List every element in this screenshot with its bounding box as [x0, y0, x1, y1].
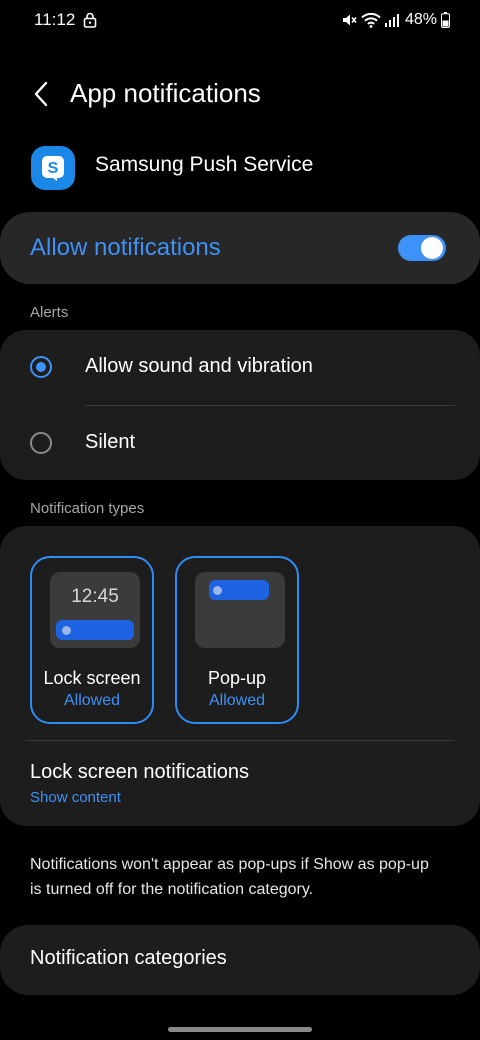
- preview-time: 12:45: [71, 586, 119, 607]
- alert-option-label: Allow sound and vibration: [85, 355, 313, 377]
- allow-notifications-label: Allow notifications: [30, 234, 221, 261]
- home-indicator[interactable]: [168, 1027, 312, 1032]
- popup-type-tile[interactable]: Pop-up Allowed: [175, 556, 299, 724]
- status-bar: 11:12 48%: [0, 0, 480, 40]
- notification-types-section-header: Notification types: [30, 500, 145, 517]
- wifi-icon: [361, 12, 381, 28]
- lock-screen-preview: 12:45: [50, 572, 140, 648]
- s-logo-icon: S: [42, 156, 64, 181]
- battery-icon: [441, 12, 450, 28]
- radio-selected-icon[interactable]: [30, 356, 52, 378]
- app-notifications-screen: 11:12 48% App notifications S Samsung Pu…: [0, 0, 480, 1040]
- notification-categories-row[interactable]: Notification categories: [0, 925, 480, 995]
- notification-categories-label: Notification categories: [30, 947, 227, 969]
- status-time: 11:12: [34, 10, 76, 29]
- popup-preview: [195, 572, 285, 648]
- app-icon-letter: S: [48, 160, 59, 177]
- lock-icon: [83, 12, 97, 28]
- alert-option-sound-vibration[interactable]: Allow sound and vibration: [0, 332, 480, 402]
- allow-notifications-toggle[interactable]: [398, 235, 446, 261]
- lock-screen-type-tile[interactable]: 12:45 Lock screen Allowed: [30, 556, 154, 724]
- preview-notification-bar: [56, 620, 134, 640]
- preview-dot: [62, 626, 71, 635]
- page-title: App notifications: [70, 78, 261, 108]
- alerts-section-header: Alerts: [30, 304, 69, 321]
- samsung-push-service-app-icon: S: [31, 146, 75, 190]
- divider: [25, 740, 455, 741]
- alert-option-silent[interactable]: Silent: [0, 408, 480, 478]
- alerts-card: Allow sound and vibration Silent: [0, 330, 480, 480]
- battery-percentage: 48%: [404, 11, 437, 28]
- app-name: Samsung Push Service: [95, 153, 314, 176]
- tile-status: Allowed: [63, 692, 121, 709]
- back-button[interactable]: [24, 76, 58, 112]
- preview-popup-bar: [209, 580, 269, 600]
- chevron-left-icon: [34, 81, 48, 107]
- preview-dot: [213, 586, 222, 595]
- tile-label: Pop-up: [207, 668, 267, 688]
- radio-unselected-icon[interactable]: [30, 432, 52, 454]
- lock-screen-notifications-row[interactable]: Lock screen notifications Show content: [0, 742, 480, 826]
- alert-option-label: Silent: [85, 431, 136, 453]
- signal-icon: [384, 14, 399, 27]
- lock-screen-notifications-title: Lock screen notifications: [30, 761, 250, 783]
- popup-note-text: Notifications won't appear as pop-ups if…: [30, 856, 429, 898]
- mute-icon: [342, 14, 357, 26]
- divider: [85, 405, 455, 406]
- tile-label: Lock screen: [43, 668, 141, 688]
- status-icons: 48%: [341, 9, 450, 31]
- notification-types-card: 12:45 Lock screen Allowed Pop-up Allowed…: [0, 526, 480, 826]
- allow-notifications-row[interactable]: Allow notifications: [0, 212, 480, 284]
- tile-status: Allowed: [208, 692, 266, 709]
- lock-screen-notifications-value: Show content: [30, 789, 121, 806]
- toggle-knob: [421, 237, 443, 259]
